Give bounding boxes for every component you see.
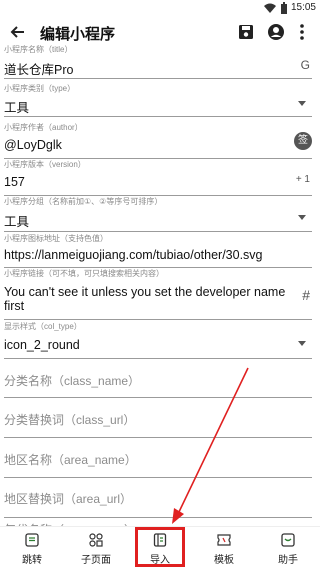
chevron-down-icon[interactable] (298, 215, 306, 220)
status-icons (264, 2, 288, 14)
field-group-label: 小程序分组（名称前加①、②等序号可排序） (4, 197, 163, 206)
field-class-name[interactable]: 分类名称（class_name） (0, 359, 320, 399)
field-version[interactable]: 小程序版本（version） 157 + 1 (0, 159, 320, 196)
increment-button[interactable]: + 1 (296, 174, 310, 185)
assistant-icon (281, 533, 295, 547)
field-area-name[interactable]: 地区名称（area_name） (0, 439, 320, 479)
icon-url-input[interactable]: https://lanmeiguojiang.com/tubiao/other/… (4, 248, 263, 262)
tab-subpage-label: 子页面 (81, 555, 111, 566)
col-type-select[interactable]: icon_2_round (4, 338, 80, 352)
field-area-url[interactable]: 地区替换词（area_url） (0, 479, 320, 519)
account-circle-icon[interactable] (266, 22, 286, 42)
template-icon (217, 534, 231, 546)
class-name-input[interactable]: 分类名称（class_name） (4, 372, 140, 389)
annotation-highlight-box (135, 527, 185, 567)
field-underline (4, 477, 312, 478)
wifi-icon (264, 3, 276, 13)
field-author-label: 小程序作者（author） (4, 123, 83, 132)
field-underline (4, 437, 312, 438)
field-author[interactable]: 小程序作者（author） @LoyDglk 签 (0, 119, 320, 159)
area-name-input[interactable]: 地区名称（area_name） (4, 451, 137, 468)
field-icon[interactable]: 小程序图标地址（支持色值） https://lanmeiguojiang.com… (0, 233, 320, 269)
field-underline (4, 78, 312, 79)
chevron-down-icon[interactable] (298, 341, 306, 346)
field-link[interactable]: 小程序链接（可不填，可只填搜索相关内容） You can't see it un… (0, 269, 320, 321)
tab-jump-label: 跳转 (22, 555, 42, 566)
save-icon[interactable] (236, 22, 256, 42)
sign-icon[interactable]: 签 (294, 132, 312, 150)
field-link-label: 小程序链接（可不填，可只填搜索相关内容） (4, 269, 164, 278)
group-select[interactable]: 工具 (4, 211, 29, 230)
subpage-grid-icon (89, 533, 103, 547)
jump-icon (25, 533, 39, 547)
field-type[interactable]: 小程序类别（type） 工具 (0, 80, 320, 117)
type-select[interactable]: 工具 (4, 97, 29, 116)
tab-template-label: 模板 (214, 555, 234, 566)
tab-assistant[interactable]: 助手 (256, 527, 320, 568)
status-bar: 15:05 (0, 0, 320, 16)
field-title[interactable]: 小程序名称（title） 道长仓库Pro G (0, 40, 320, 80)
link-input-line1[interactable]: You can't see it unless you set the deve… (4, 285, 285, 299)
class-url-input[interactable]: 分类替换词（class_url） (4, 411, 135, 428)
more-vertical-icon[interactable] (292, 22, 312, 42)
tab-assistant-label: 助手 (278, 555, 298, 566)
field-underline (4, 319, 312, 320)
field-class-url[interactable]: 分类替换词（class_url） (0, 399, 320, 439)
tab-jump[interactable]: 跳转 (0, 527, 64, 568)
area-url-input[interactable]: 地区替换词（area_url） (4, 490, 132, 507)
arrow-left-icon[interactable] (8, 22, 28, 42)
field-underline (4, 397, 312, 398)
field-underline (4, 231, 312, 232)
tab-template[interactable]: 模板 (192, 527, 256, 568)
field-icon-label: 小程序图标地址（支持色值） (4, 234, 108, 243)
version-input[interactable]: 157 (4, 175, 25, 189)
tab-subpage[interactable]: 子页面 (64, 527, 128, 568)
status-time: 15:05 (290, 2, 316, 13)
field-col-type[interactable]: 显示样式（col_type） icon_2_round (0, 321, 320, 359)
author-input[interactable]: @LoyDglk (4, 138, 62, 152)
hashtag-icon[interactable]: # (302, 287, 310, 303)
field-type-label: 小程序类别（type） (4, 84, 76, 93)
title-input[interactable]: 道长仓库Pro (4, 59, 73, 78)
field-title-label: 小程序名称（title） (4, 45, 73, 54)
field-underline (4, 517, 312, 518)
g-icon[interactable]: G (301, 58, 310, 72)
link-input-line2[interactable]: first (4, 299, 24, 313)
chevron-down-icon[interactable] (298, 101, 306, 106)
battery-icon (281, 2, 287, 14)
field-version-label: 小程序版本（version） (4, 160, 86, 169)
field-underline (4, 116, 312, 117)
field-col-type-label: 显示样式（col_type） (4, 322, 82, 331)
field-group[interactable]: 小程序分组（名称前加①、②等序号可排序） 工具 (0, 196, 320, 233)
